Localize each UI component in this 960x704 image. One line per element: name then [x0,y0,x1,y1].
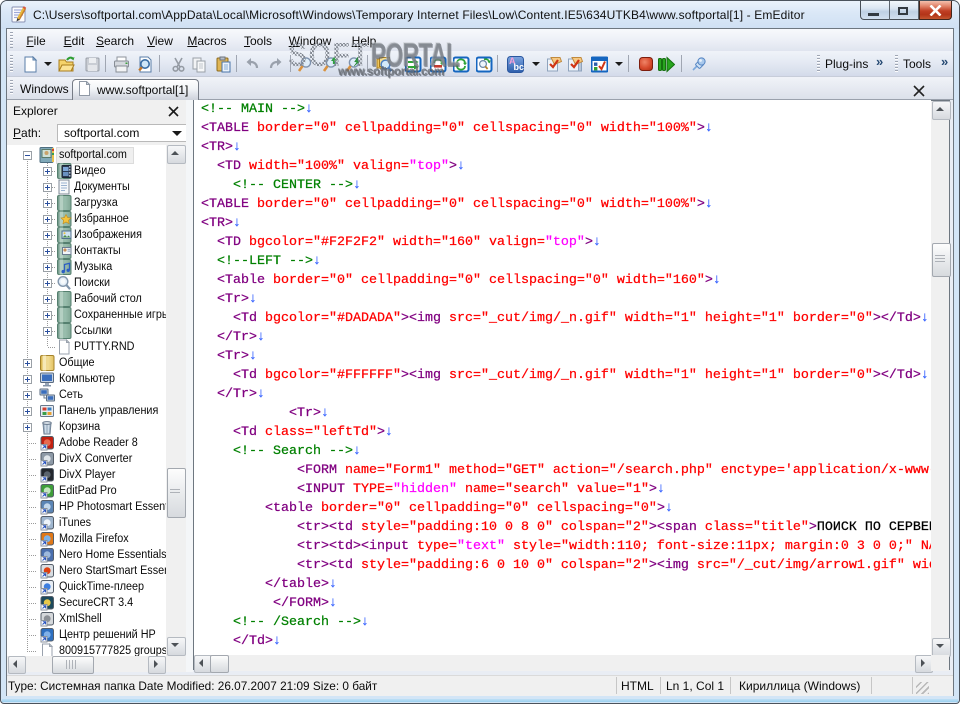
svg-text:bc: bc [514,62,525,72]
